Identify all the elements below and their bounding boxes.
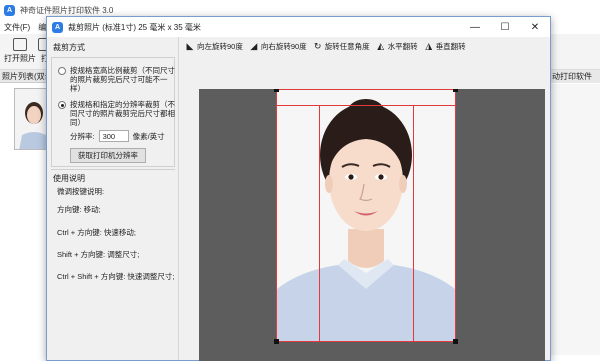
crop-canvas[interactable] bbox=[199, 89, 545, 361]
help-group: 微调按键说明: 方向键: 移动; Ctrl + 方向键: 快速移动; Shift… bbox=[51, 169, 175, 349]
help-line: Ctrl + Shift + 方向键: 快速调整尺寸; bbox=[57, 272, 175, 281]
crop-frame[interactable] bbox=[276, 89, 456, 342]
dpi-unit: 像素/英寸 bbox=[132, 131, 165, 141]
rotate-any-label: 旋转任意角度 bbox=[324, 41, 370, 51]
rotate-left-icon: ◣ bbox=[186, 40, 194, 51]
rotate-right-label: 向右旋转90度 bbox=[260, 41, 307, 51]
crop-mode-group: 按规格宽高比例裁剪（不同尺寸的照片裁剪完后尺寸可能不一样） 按规格和指定的分辨率… bbox=[51, 57, 175, 167]
crop-handle-top-right[interactable] bbox=[453, 89, 458, 92]
app-logo-icon: A bbox=[4, 4, 15, 16]
crop-mode-ratio-option[interactable]: 按规格宽高比例裁剪（不同尺寸的照片裁剪完后尺寸可能不一样） bbox=[58, 66, 176, 93]
radio-ratio[interactable] bbox=[58, 67, 66, 75]
crop-dialog-title: 裁剪照片 (标准1寸) 25 毫米 x 35 毫米 bbox=[68, 22, 201, 32]
help-line: Shift + 方向键: 调整尺寸; bbox=[57, 250, 140, 259]
flip-vertical-icon: ◮ bbox=[425, 40, 433, 51]
help-line: Ctrl + 方向键: 快速移动; bbox=[57, 228, 136, 237]
crop-handle-top-left[interactable] bbox=[274, 89, 279, 92]
crop-dialog: A 裁剪照片 (标准1寸) 25 毫米 x 35 毫米 — ☐ ✕ 裁剪方式 按… bbox=[46, 16, 551, 361]
crop-mode-title: 裁剪方式 bbox=[53, 43, 85, 52]
main-window-title: 神奇证件照片打印软件 3.0 bbox=[20, 5, 114, 15]
crop-handle-bottom-left[interactable] bbox=[274, 339, 279, 344]
crop-handle-bottom-right[interactable] bbox=[453, 339, 458, 344]
minimize-icon[interactable]: — bbox=[460, 17, 490, 37]
radio-dpi[interactable] bbox=[58, 101, 66, 109]
dpi-row: 分辨率: 300 像素/英寸 bbox=[70, 130, 165, 142]
flip-horizontal-label: 水平翻转 bbox=[387, 41, 418, 51]
flip-vertical-label: 垂直翻转 bbox=[435, 41, 466, 51]
crop-toolbar: ◣ 向左旋转90度 ◢ 向右旋转90度 ↻ 旋转任意角度 ◭ 水平翻转 ◮ 垂直… bbox=[179, 37, 550, 55]
flip-vertical-button[interactable]: ◮ 垂直翻转 bbox=[424, 40, 466, 52]
folder-icon bbox=[13, 38, 27, 51]
rotate-left-button[interactable]: ◣ 向左旋转90度 bbox=[185, 41, 243, 52]
rotate-any-icon: ↻ bbox=[313, 40, 322, 51]
main-right-panel bbox=[548, 84, 600, 355]
rotate-left-label: 向左旋转90度 bbox=[197, 41, 243, 51]
rotate-right-button[interactable]: ◢ 向右旋转90度 bbox=[249, 40, 307, 52]
crop-guide-right bbox=[413, 105, 414, 342]
dpi-input[interactable]: 300 bbox=[98, 130, 129, 142]
flip-horizontal-button[interactable]: ◭ 水平翻转 bbox=[376, 40, 418, 52]
crop-guide-left bbox=[319, 105, 320, 342]
crop-mode-dpi-label: 按规格和指定的分辨率裁剪（不同尺寸的照片裁剪完后尺寸都相同） bbox=[70, 100, 175, 127]
get-printer-dpi-button[interactable]: 获取打印机分辨率 bbox=[70, 148, 146, 163]
maximize-icon[interactable]: ☐ bbox=[490, 17, 520, 37]
open-photo-button[interactable]: 打开照片 bbox=[4, 38, 36, 64]
help-line: 微调按键说明: bbox=[57, 187, 105, 196]
crop-guide-top bbox=[276, 105, 456, 106]
close-icon[interactable]: ✕ bbox=[520, 17, 550, 37]
open-photo-label: 打开照片 bbox=[4, 54, 36, 63]
flip-horizontal-icon: ◭ bbox=[377, 40, 385, 51]
crop-mode-dpi-option[interactable]: 按规格和指定的分辨率裁剪（不同尺寸的照片裁剪完后尺寸都相同） bbox=[58, 100, 176, 127]
dialog-logo-icon: A bbox=[52, 21, 63, 33]
crop-mode-ratio-label: 按规格宽高比例裁剪（不同尺寸的照片裁剪完后尺寸可能不一样） bbox=[70, 66, 175, 93]
crop-dialog-titlebar: A 裁剪照片 (标准1寸) 25 毫米 x 35 毫米 — ☐ ✕ bbox=[47, 17, 550, 37]
crop-options-panel: 裁剪方式 按规格宽高比例裁剪（不同尺寸的照片裁剪完后尺寸可能不一样） 按规格和指… bbox=[47, 37, 179, 360]
menu-file[interactable]: 文件(F) bbox=[0, 22, 34, 33]
help-line: 方向键: 移动; bbox=[57, 205, 101, 214]
auto-print-link[interactable]: 自动打印软件 bbox=[544, 70, 600, 83]
rotate-any-button[interactable]: ↻ 旋转任意角度 bbox=[313, 41, 370, 52]
rotate-right-icon: ◢ bbox=[250, 40, 258, 51]
photo-list-area bbox=[0, 150, 48, 355]
dpi-label: 分辨率: bbox=[70, 131, 95, 141]
